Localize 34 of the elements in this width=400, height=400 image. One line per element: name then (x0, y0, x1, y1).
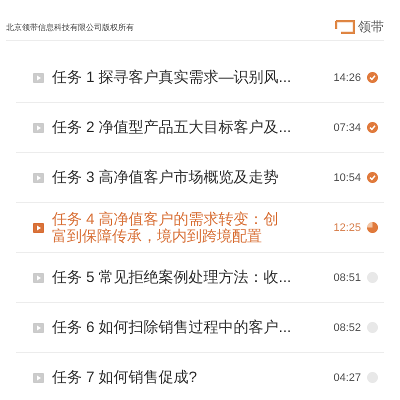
play-icon (33, 272, 44, 282)
task-duration: 10:54 (332, 172, 361, 184)
task-row[interactable]: 任务 2 净值型产品五大目标客户及... 07:34 (16, 103, 384, 153)
play-icon (33, 222, 44, 232)
task-duration: 04:27 (332, 372, 361, 384)
play-icon (33, 72, 44, 82)
task-row[interactable]: 任务 7 如何销售促成? 04:27 (16, 353, 384, 400)
task-title: 任务 2 净值型产品五大目标客户及... (52, 118, 292, 138)
task-row[interactable]: 任务 3 高净值客户市场概览及走势 10:54 (16, 153, 384, 203)
copyright-text: 北京领带信息科技有限公司版权所有 (6, 22, 134, 32)
progress-icon (367, 222, 378, 233)
task-duration: 07:34 (332, 122, 361, 134)
play-icon (33, 372, 44, 382)
check-icon (367, 172, 378, 183)
task-duration: 08:51 (332, 272, 361, 284)
task-duration: 12:25 (332, 222, 361, 234)
task-row[interactable]: 任务 6 如何扫除销售过程中的客户... 08:52 (16, 303, 384, 353)
task-duration: 08:52 (332, 322, 361, 334)
task-title: 任务 3 高净值客户市场概览及走势 (52, 168, 279, 188)
logo-icon (335, 20, 355, 34)
check-icon (367, 72, 378, 83)
check-icon (367, 122, 378, 133)
play-icon (33, 172, 44, 182)
play-icon (33, 322, 44, 332)
task-title: 任务 7 如何销售促成? (52, 368, 198, 388)
task-title: 任务 5 常见拒绝案例处理方法：收... (52, 268, 292, 288)
play-icon (33, 122, 44, 132)
task-title: 任务 4 高净值客户的需求转变：创富到保障传承，境内到跨境配置 (52, 210, 280, 244)
task-title: 任务 1 探寻客户真实需求—识别风... (52, 68, 292, 88)
logo-text: 领带 (358, 18, 384, 36)
task-title: 任务 6 如何扫除销售过程中的客户... (52, 318, 292, 338)
task-row[interactable]: 任务 5 常见拒绝案例处理方法：收... 08:51 (16, 253, 384, 303)
task-row[interactable]: 任务 1 探寻客户真实需求—识别风... 14:26 (16, 53, 384, 103)
task-duration: 14:26 (332, 72, 361, 84)
